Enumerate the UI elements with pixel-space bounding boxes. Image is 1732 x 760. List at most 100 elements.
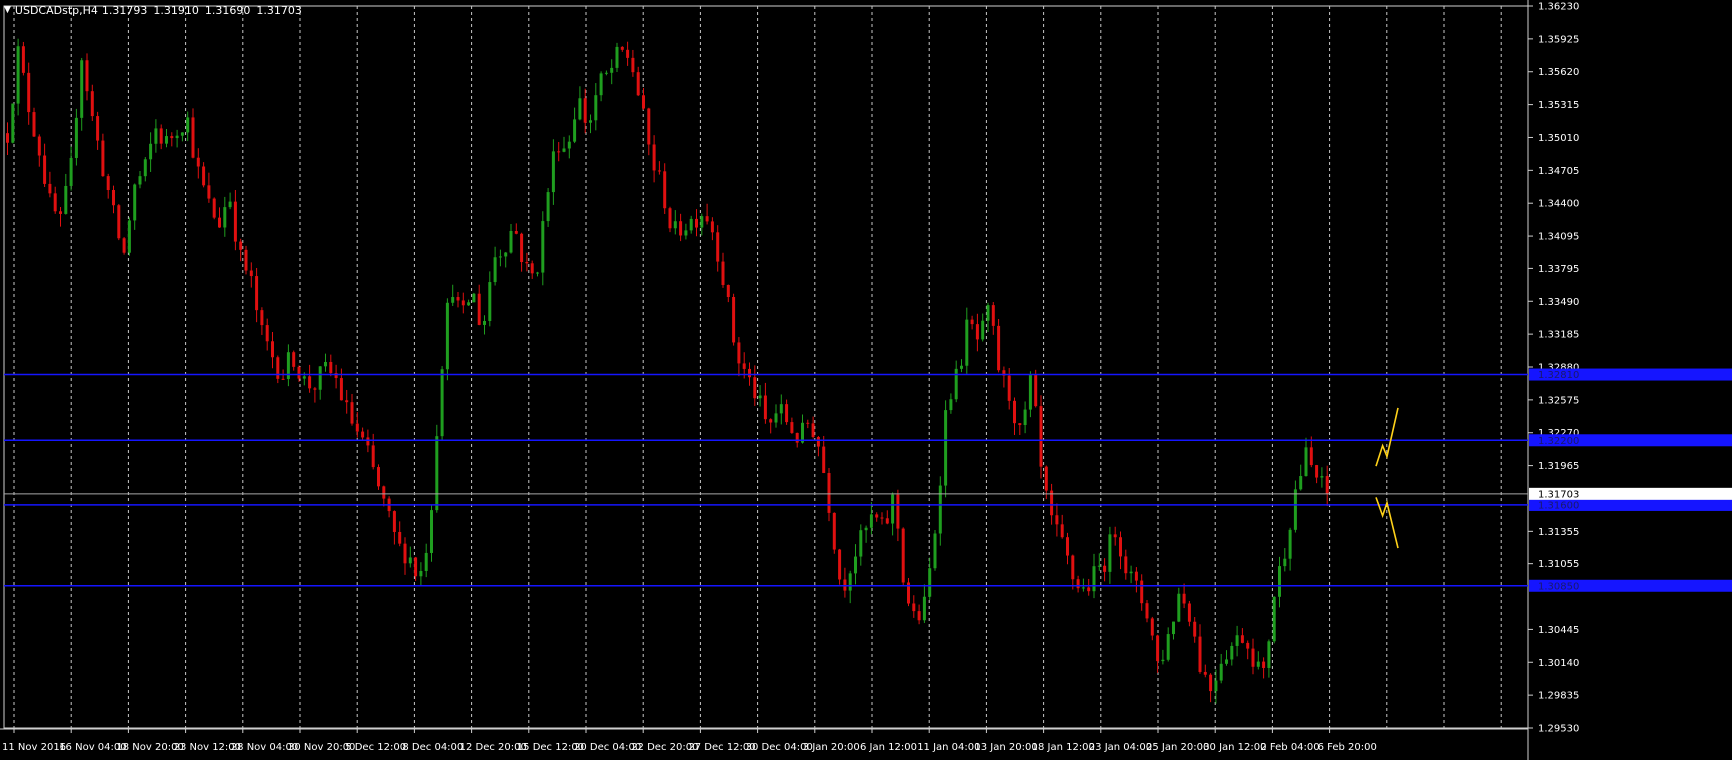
level-price-label: 1.32200 [1538,436,1579,447]
bear-candle [239,241,243,250]
bull-candle [302,376,306,379]
bear-candle [207,185,211,199]
bear-candle [48,183,52,194]
x-tick-label: 2 Feb 04:00 [1260,742,1319,753]
bear-candle [37,136,41,156]
bull-candle [546,192,550,222]
bull-candle [684,230,688,236]
bear-candle [1060,524,1064,538]
y-tick-label: 1.33490 [1538,297,1579,308]
bear-candle [642,95,645,109]
bear-candle [557,151,561,153]
bear-candle [106,176,110,190]
bull-candle [944,410,948,486]
bear-candle [27,72,31,113]
bear-candle [1007,375,1011,401]
bull-candle [960,365,963,369]
bear-candle [525,262,529,264]
bear-candle [695,218,698,228]
bull-candle [180,132,184,136]
bull-candle [933,533,937,569]
x-tick-label: 18 Jan 12:00 [1032,742,1095,753]
bear-candle [1113,534,1117,538]
bear-candle [832,512,836,550]
bear-candle [477,293,481,325]
triangle-down-icon[interactable]: ▼ [4,5,11,15]
bear-candle [281,378,285,380]
bull-candle [758,395,762,399]
bull-candle [1230,645,1234,660]
y-tick-label: 1.36230 [1538,2,1579,13]
bear-candle [244,249,248,271]
y-tick-label: 1.35010 [1538,133,1579,144]
y-tick-label: 1.34705 [1538,166,1579,177]
bear-candle [679,221,683,236]
bull-candle [467,302,471,306]
bull-candle [854,556,857,574]
symbol-info-bar: ▼ USDCADstp,H4 1.31793 1.31910 1.31690 1… [4,2,302,18]
bull-candle [165,136,168,144]
bear-candle [795,432,799,443]
bear-candle [350,402,354,424]
bull-candle [1092,566,1096,592]
bear-candle [456,297,460,301]
bull-candle [483,320,486,325]
bull-candle [1304,447,1308,477]
x-tick-label: 25 Jan 20:00 [1146,742,1209,753]
bear-candle [626,49,630,58]
bear-candle [748,368,751,378]
bull-candle [1214,680,1218,692]
bear-candle [329,361,333,374]
bear-candle [838,549,842,580]
bull-candle [1081,587,1085,589]
bear-candle [647,108,651,145]
level-price-label: 1.32810 [1538,370,1579,381]
bull-candle [869,514,873,528]
bull-candle [11,103,15,143]
bear-candle [297,366,301,379]
bear-candle [1309,447,1313,466]
bear-candle [377,467,380,487]
y-tick-label: 1.29835 [1538,691,1579,702]
bear-candle [1087,587,1091,592]
bear-candle [912,603,916,612]
bear-candle [1198,636,1202,672]
x-tick-label: 11 Jan 04:00 [917,742,980,753]
bear-candle [1076,579,1080,589]
x-tick-label: 3 Jan 20:00 [803,742,860,753]
price-chart[interactable]: 11 Nov 201616 Nov 04:0018 Nov 20:0023 No… [0,0,1732,760]
bear-candle [737,342,741,364]
chart-window[interactable]: ▼ USDCADstp,H4 1.31793 1.31910 1.31690 1… [0,0,1732,760]
bull-candle [859,530,863,557]
bull-candle [928,568,932,597]
bull-candle [74,117,78,158]
bull-candle [891,494,895,524]
bull-candle [1028,374,1032,410]
bear-candle [520,233,524,263]
bear-candle [1156,635,1160,662]
bear-candle [361,431,365,438]
bull-candle [1283,558,1287,567]
bear-candle [101,140,105,177]
bear-candle [1119,537,1122,557]
bear-candle [763,395,767,420]
bear-candle [1018,423,1022,426]
bear-candle [1013,400,1016,424]
bear-candle [32,112,36,137]
bear-candle [1315,465,1319,478]
bull-candle [541,221,545,273]
x-tick-label: 5 Dec 12:00 [345,742,406,753]
bear-candle [1134,571,1138,581]
y-tick-label: 1.29530 [1538,724,1579,735]
y-tick-label: 1.33185 [1538,330,1579,341]
bull-candle [599,73,603,96]
bull-candle [493,257,497,283]
bull-candle [498,256,502,258]
bear-candle [191,117,195,158]
bear-candle [382,486,386,499]
bull-candle [1225,659,1228,664]
bear-candle [785,404,789,423]
bull-candle [536,272,539,274]
bear-candle [636,72,640,96]
bull-candle [848,573,852,591]
